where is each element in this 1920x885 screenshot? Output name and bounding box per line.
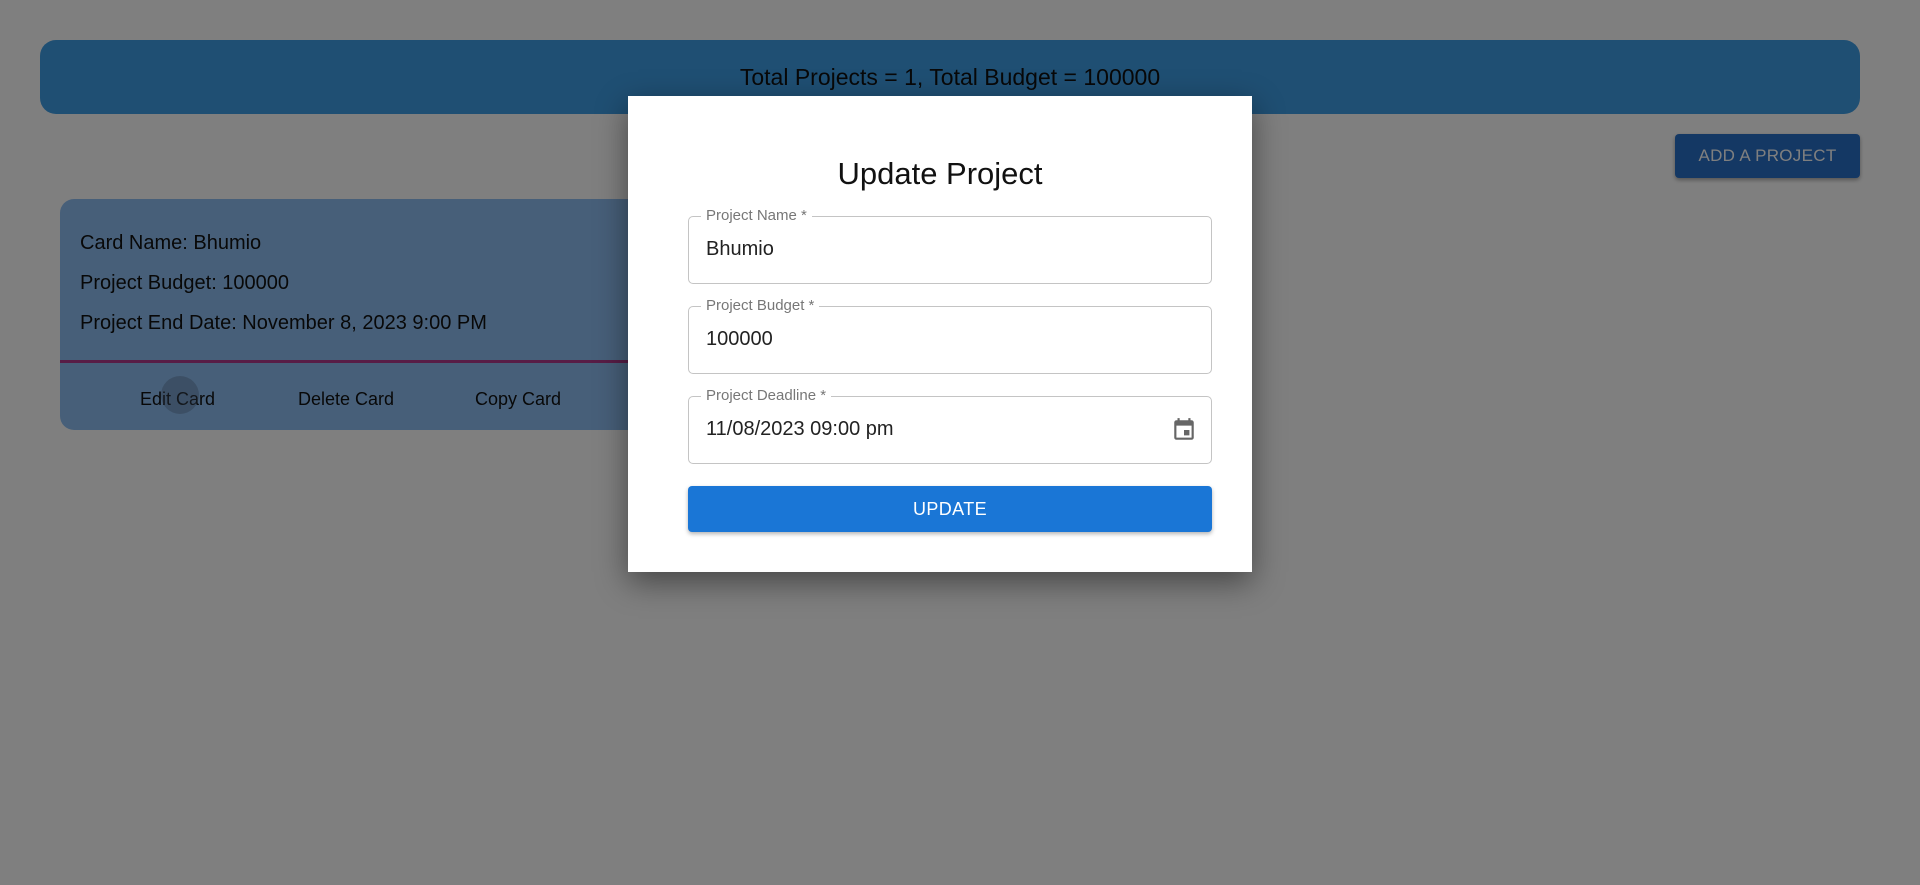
project-budget-field[interactable]: Project Budget * 100000: [688, 297, 1212, 374]
project-name-label: Project Name *: [701, 207, 812, 224]
project-deadline-input[interactable]: 11/08/2023 09:00 pm: [706, 418, 894, 441]
calendar-icon[interactable]: [1171, 416, 1197, 444]
project-name-field[interactable]: Project Name * Bhumio: [688, 207, 1212, 284]
project-deadline-label: Project Deadline *: [701, 387, 832, 404]
page: Total Projects = 1, Total Budget = 10000…: [0, 0, 1920, 885]
project-budget-label: Project Budget *: [701, 297, 820, 314]
update-project-dialog: Update Project Project Name * Bhumio Pro…: [628, 96, 1252, 572]
project-deadline-field[interactable]: Project Deadline * 11/08/2023 09:00 pm: [688, 387, 1212, 464]
project-name-input[interactable]: Bhumio: [706, 238, 774, 261]
update-button[interactable]: UPDATE: [688, 486, 1212, 532]
dialog-title: Update Project: [837, 156, 1043, 191]
project-budget-input[interactable]: 100000: [706, 328, 773, 351]
